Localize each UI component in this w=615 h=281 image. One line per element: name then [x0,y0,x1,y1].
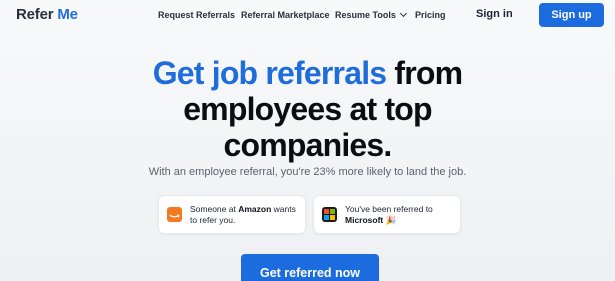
ms-logo-yellow-square [330,215,335,220]
top-navbar: Refer Me Request Referrals Referral Mark… [0,0,615,32]
nav-link-pricing[interactable]: Pricing [415,10,446,20]
microsoft-card-text: You've been referred to Microsoft 🎉 [345,204,454,226]
amazon-card-prefix: Someone at [190,204,239,214]
microsoft-card-prefix: You've been referred to [345,204,433,214]
nav-link-referral-marketplace[interactable]: Referral Marketplace [241,10,330,20]
amazon-logo-icon [167,207,182,222]
headline-line3: companies. [223,127,392,163]
ms-logo-blue-square [324,215,329,220]
logo-text-refer: Refer [16,6,54,23]
logo-text-me: Me [57,6,78,23]
referral-card-microsoft: You've been referred to Microsoft 🎉 [313,195,461,234]
party-popper-emoji: 🎉 [383,215,397,225]
sign-in-link[interactable]: Sign in [476,8,513,20]
hero-subtitle: With an employee referral, you're 23% mo… [148,166,467,178]
headline-line2: employees at top [183,91,432,127]
amazon-card-text: Someone at Amazon wants to refer you. [190,204,299,226]
microsoft-logo-icon [322,207,337,222]
sign-up-button[interactable]: Sign up [539,3,604,27]
ms-logo-green-square [330,209,335,214]
nav-link-request-referrals[interactable]: Request Referrals [158,10,235,20]
get-referred-now-button[interactable]: Get referred now [241,254,379,281]
hero-headline: Get job referrals from employees at top … [0,55,615,163]
amazon-company-name: Amazon [238,204,272,214]
headline-accent: Get job referrals [152,55,387,91]
ms-logo-red-square [324,209,329,214]
nav-link-resume-tools[interactable]: Resume Tools [335,9,407,20]
microsoft-company-name: Microsoft [345,215,384,225]
logo[interactable]: Refer Me [16,6,78,23]
nav-link-resume-tools-label: Resume Tools [335,10,396,20]
headline-line1-rest: from [386,55,463,91]
chevron-down-icon [399,9,407,18]
referral-card-amazon: Someone at Amazon wants to refer you. [158,195,306,234]
